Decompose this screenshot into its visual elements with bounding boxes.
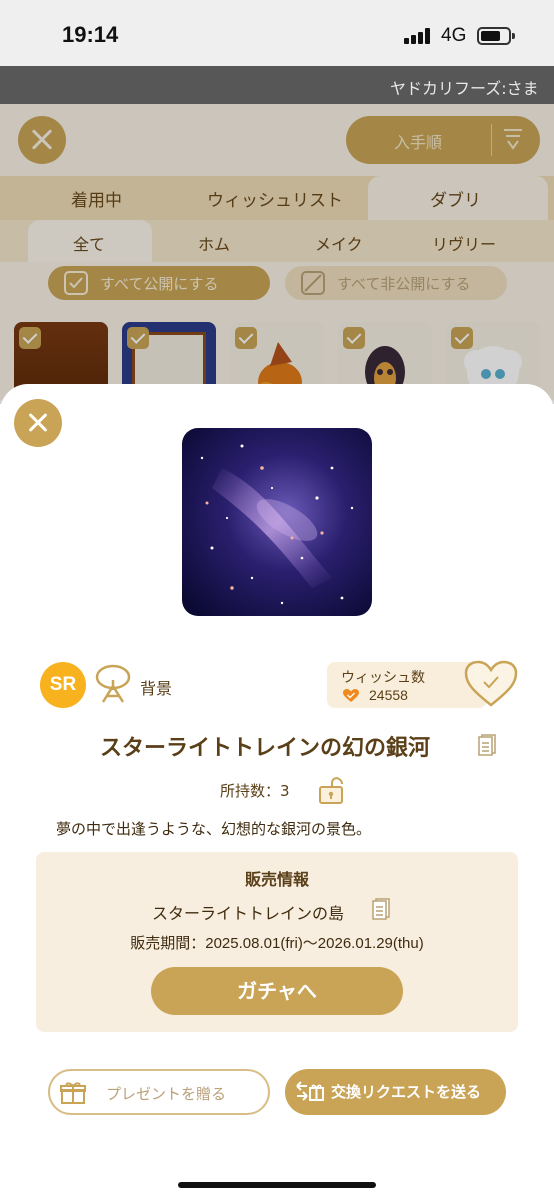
trade-request-button[interactable]: 交換リクエストを送る [285,1069,506,1115]
trade-request-label: 交換リクエストを送る [331,1083,482,1101]
document-icon[interactable] [478,734,496,756]
exchange-icon [295,1079,324,1103]
gift-icon [60,1081,86,1105]
home-indicator[interactable] [178,1182,376,1188]
sales-info-title: 販売情報 [244,870,309,889]
category-label: 背景 [140,679,173,698]
send-present-button[interactable]: プレゼントを贈る [48,1069,270,1115]
owned-count: 所持数：3 [220,782,290,800]
item-name: スターライトトレインの幻の銀河 [100,736,431,761]
category-icon [94,664,132,704]
lock-icon[interactable] [318,775,348,805]
send-present-label: プレゼントを贈る [106,1085,227,1103]
wish-count-title: ウィッシュ数 [341,670,425,686]
announcement-ticker: ヤドカリフーズ:さま [0,66,554,104]
status-time: 19:14 [62,22,119,47]
wish-count-box: ウィッシュ数 24558 [327,662,487,708]
sales-info-panel: 販売情報 スターライトトレインの島 販売期間：2025.08.01(fri)〜2… [36,852,518,1032]
signal-icon [404,28,432,44]
wishlist-heart-icon[interactable] [464,660,518,708]
gacha-button[interactable]: ガチャへ [151,967,403,1015]
network-label: 4G [441,25,467,46]
item-description: 夢の中で出逢うような、幻想的な銀河の景色。 [56,820,372,838]
sales-island-name: スターライトトレインの島 [152,904,345,923]
heart-icon [343,688,359,702]
battery-icon [477,27,515,45]
sales-period: 販売期間：2025.08.01(fri)〜2026.01.29(thu) [130,935,424,952]
modal-backdrop[interactable] [0,104,554,404]
document-icon[interactable] [372,898,390,920]
ticker-text: ヤドカリフーズ:さま [390,79,539,98]
item-detail-sheet: SR 背景 ウィッシュ数 24558 スターライトトレインの幻の銀河 所持数：3… [0,384,554,1200]
item-image [182,428,372,616]
wish-count-value: 24558 [369,687,408,703]
rarity-badge: SR [40,662,86,708]
status-bar: 19:14 4G [0,0,554,66]
close-icon[interactable] [14,399,62,447]
